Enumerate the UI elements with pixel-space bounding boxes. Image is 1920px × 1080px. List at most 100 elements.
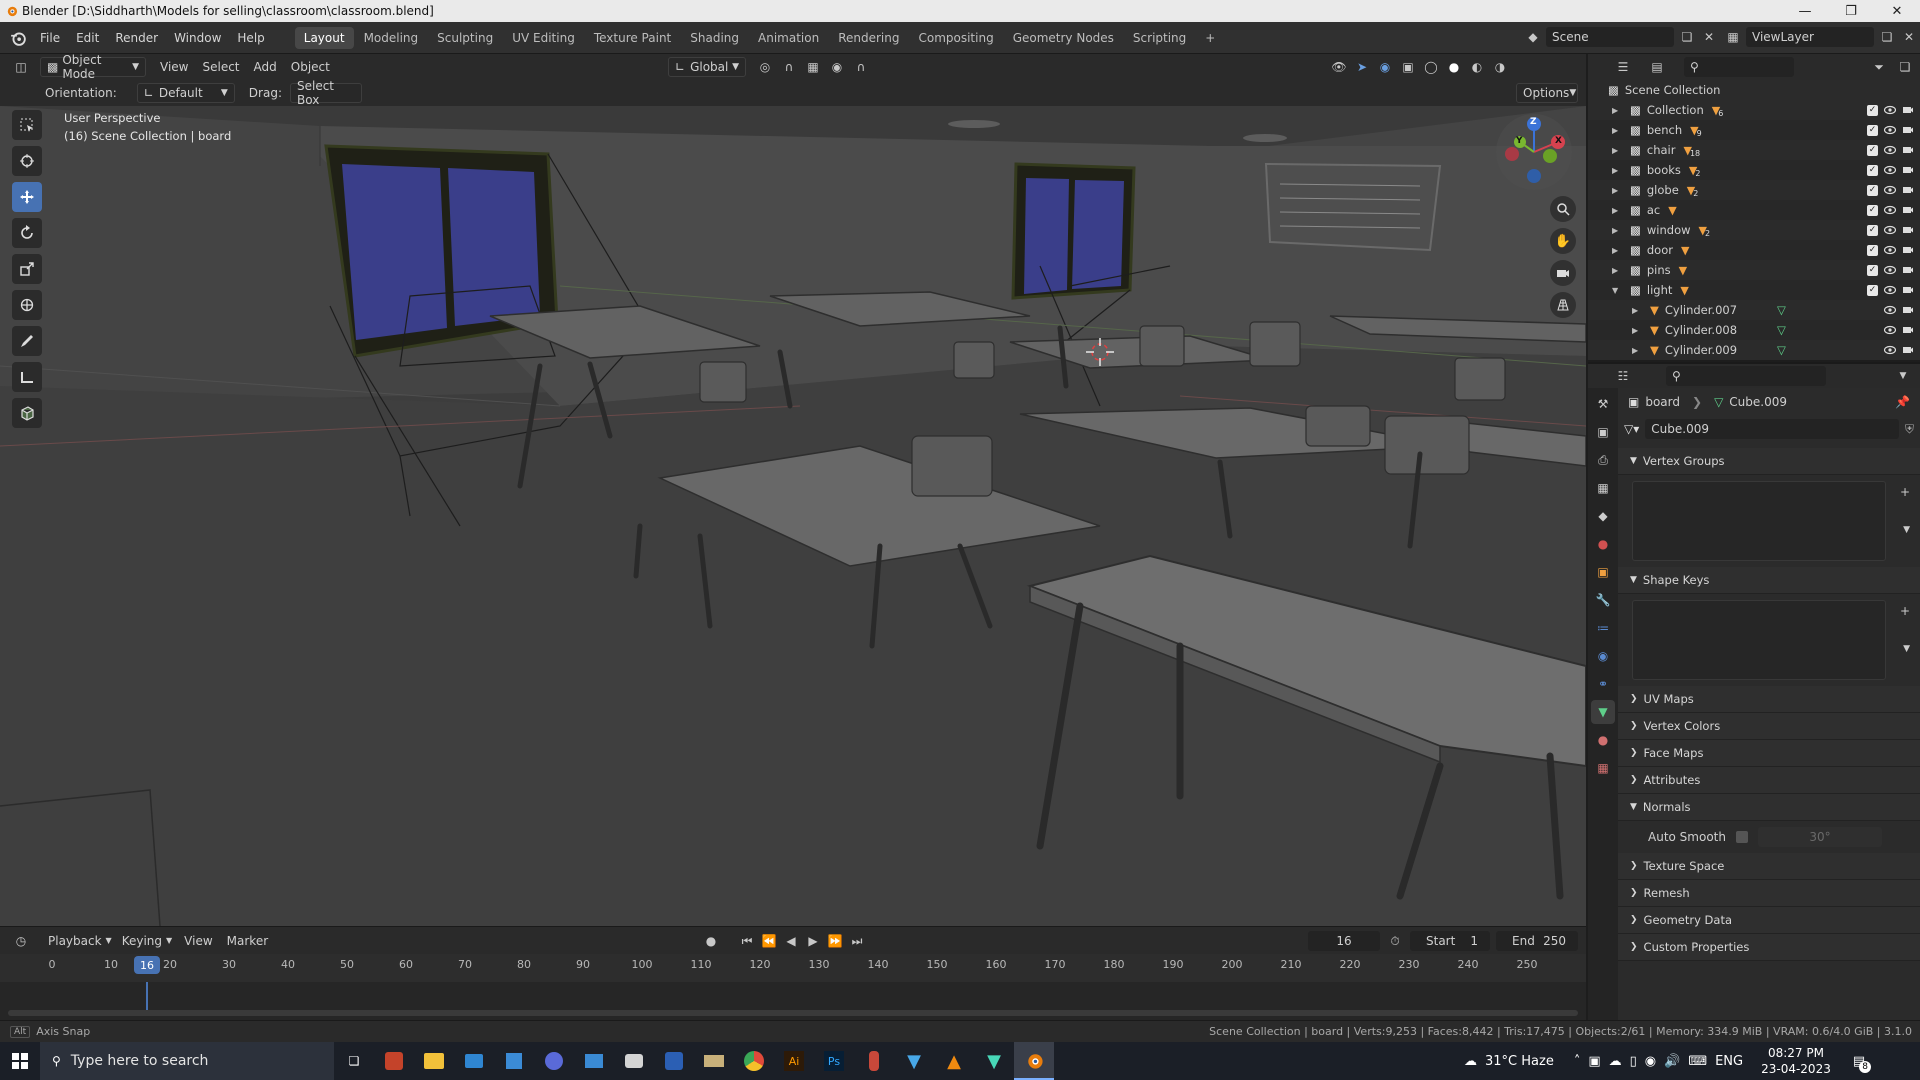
- tool-tab-icon[interactable]: ⚒: [1591, 392, 1615, 416]
- transform-orientation-dropdown[interactable]: ∟ Global ▼: [668, 57, 746, 77]
- timeline-editor-icon[interactable]: ◷: [12, 932, 30, 950]
- current-frame-field[interactable]: 16: [1308, 931, 1380, 951]
- particles-tab-icon[interactable]: ≔: [1591, 616, 1615, 640]
- exclude-checkbox[interactable]: ✓: [1867, 144, 1878, 156]
- store-app-icon[interactable]: [494, 1042, 534, 1080]
- vertex-groups-list[interactable]: [1632, 481, 1886, 561]
- timeline-scrollbar[interactable]: [8, 1010, 1578, 1016]
- exclude-checkbox[interactable]: ✓: [1867, 104, 1878, 116]
- globe-icon[interactable]: ◉: [1645, 1054, 1656, 1069]
- jump-start-icon[interactable]: ⏮: [738, 932, 756, 950]
- render-camera-icon[interactable]: [1902, 345, 1914, 355]
- solid-shading-icon[interactable]: ●: [1445, 58, 1463, 76]
- edge-app-icon[interactable]: [534, 1042, 574, 1080]
- scene-name-field[interactable]: Scene: [1546, 27, 1674, 47]
- minimize-button[interactable]: —: [1782, 0, 1828, 22]
- record-icon[interactable]: ●: [702, 932, 720, 950]
- eye-icon[interactable]: [1884, 265, 1896, 275]
- remove-scene-icon[interactable]: ✕: [1700, 28, 1718, 46]
- vertex-group-menu-icon[interactable]: ▼: [1903, 525, 1910, 535]
- eye-icon[interactable]: [1884, 105, 1896, 115]
- task-view-icon[interactable]: ❏: [334, 1042, 374, 1080]
- render-camera-icon[interactable]: [1902, 205, 1914, 215]
- filter-icon[interactable]: ⏷: [1870, 58, 1888, 76]
- outliner-search-input[interactable]: ⚲: [1684, 57, 1794, 77]
- uv-maps-panel-header[interactable]: ❯ UV Maps: [1618, 686, 1920, 713]
- play-reverse-icon[interactable]: ◀: [782, 932, 800, 950]
- exclude-checkbox[interactable]: ✓: [1867, 224, 1878, 236]
- add-shape-key-icon[interactable]: +: [1900, 604, 1910, 618]
- properties-search-input[interactable]: ⚲: [1666, 366, 1826, 386]
- weather-text[interactable]: 31°C Haze: [1485, 1054, 1554, 1069]
- render-camera-icon[interactable]: [1902, 145, 1914, 155]
- onedrive-icon[interactable]: ☁: [1609, 1054, 1622, 1069]
- blender-menu-icon[interactable]: [10, 30, 26, 46]
- eye-icon[interactable]: [1884, 185, 1896, 195]
- face-maps-panel-header[interactable]: ❯ Face Maps: [1618, 740, 1920, 767]
- proportional-editing-icon[interactable]: ◉: [828, 58, 846, 76]
- normals-panel-header[interactable]: ▼ Normals: [1618, 794, 1920, 821]
- world-tab-icon[interactable]: ●: [1591, 532, 1615, 556]
- eye-icon[interactable]: [1884, 145, 1896, 155]
- attributes-panel-header[interactable]: ❯ Attributes: [1618, 767, 1920, 794]
- menu-help[interactable]: Help: [229, 31, 272, 45]
- next-keyframe-icon[interactable]: ⏩: [826, 932, 844, 950]
- render-tab-icon[interactable]: ▣: [1591, 420, 1615, 444]
- measure-tool-icon[interactable]: [12, 362, 42, 392]
- exclude-checkbox[interactable]: ✓: [1867, 244, 1878, 256]
- vertex-groups-panel-header[interactable]: ▼ Vertex Groups: [1618, 448, 1920, 475]
- outliner-collection-row[interactable]: ▶ ▩ pins ▼ ✓: [1588, 260, 1920, 280]
- blender-app-icon[interactable]: [1014, 1042, 1054, 1080]
- tray-overflow-icon[interactable]: ˄: [1574, 1054, 1581, 1069]
- mesh-data-name-field[interactable]: Cube.009: [1645, 419, 1899, 439]
- perspective-grid-icon[interactable]: [1550, 292, 1576, 318]
- physics-tab-icon[interactable]: ◉: [1591, 644, 1615, 668]
- menu-add[interactable]: Add: [254, 60, 277, 74]
- render-camera-icon[interactable]: [1902, 285, 1914, 295]
- cursor-tool-icon[interactable]: [12, 146, 42, 176]
- tab-animation[interactable]: Animation: [749, 27, 828, 49]
- transform-tool-icon[interactable]: [12, 290, 42, 320]
- clock[interactable]: 08:27 PM 23-04-2023: [1761, 1045, 1831, 1077]
- tab-geometry-nodes[interactable]: Geometry Nodes: [1004, 27, 1123, 49]
- menu-file[interactable]: File: [32, 31, 68, 45]
- mail-app-icon[interactable]: [454, 1042, 494, 1080]
- constraints-tab-icon[interactable]: ⚭: [1591, 672, 1615, 696]
- chevron-right-icon[interactable]: ▶: [1612, 266, 1624, 275]
- pan-hand-icon[interactable]: ✋: [1550, 228, 1576, 254]
- add-vertex-group-icon[interactable]: +: [1900, 485, 1910, 499]
- taskbar-search-box[interactable]: ⚲ Type here to search: [40, 1042, 334, 1080]
- remesh-panel-header[interactable]: ❯ Remesh: [1618, 880, 1920, 907]
- select-box-icon[interactable]: [12, 110, 42, 140]
- exclude-checkbox[interactable]: ✓: [1867, 264, 1878, 276]
- word-app-icon[interactable]: [654, 1042, 694, 1080]
- menu-object[interactable]: Object: [291, 60, 330, 74]
- new-collection-icon[interactable]: ❏: [1896, 58, 1914, 76]
- chevron-down-icon[interactable]: ▼: [1612, 286, 1624, 295]
- tab-texture-paint[interactable]: Texture Paint: [585, 27, 680, 49]
- eye-icon[interactable]: [1884, 125, 1896, 135]
- eye-icon[interactable]: [1884, 245, 1896, 255]
- end-frame-field[interactable]: End 250: [1496, 931, 1578, 951]
- menu-select[interactable]: Select: [202, 60, 239, 74]
- tab-compositing[interactable]: Compositing: [909, 27, 1002, 49]
- gizmo-toggle-icon[interactable]: ➤: [1353, 58, 1371, 76]
- start-frame-field[interactable]: Start 1: [1410, 931, 1490, 951]
- volume-icon[interactable]: 🔊: [1664, 1054, 1680, 1069]
- drag-dropdown[interactable]: Select Box: [289, 79, 362, 107]
- render-camera-icon[interactable]: [1902, 245, 1914, 255]
- render-camera-icon[interactable]: [1902, 305, 1914, 315]
- outliner-collection-row[interactable]: ▶ ▩ chair ▼ 18 ✓: [1588, 140, 1920, 160]
- chevron-right-icon[interactable]: ▶: [1612, 246, 1624, 255]
- vertex-colors-panel-header[interactable]: ❯ Vertex Colors: [1618, 713, 1920, 740]
- jump-end-icon[interactable]: ⏭: [848, 932, 866, 950]
- eye-icon[interactable]: [1884, 345, 1896, 355]
- outliner-collection-row[interactable]: ▼ ▩ light ▼ ✓: [1588, 280, 1920, 300]
- wireframe-shading-icon[interactable]: ◯: [1422, 58, 1440, 76]
- xray-toggle-icon[interactable]: ▣: [1399, 58, 1417, 76]
- render-camera-icon[interactable]: [1902, 265, 1914, 275]
- network-icon[interactable]: ▣: [1588, 1054, 1600, 1069]
- pinned-app-icon[interactable]: [854, 1042, 894, 1080]
- shape-keys-list[interactable]: [1632, 600, 1886, 680]
- exclude-checkbox[interactable]: ✓: [1867, 124, 1878, 136]
